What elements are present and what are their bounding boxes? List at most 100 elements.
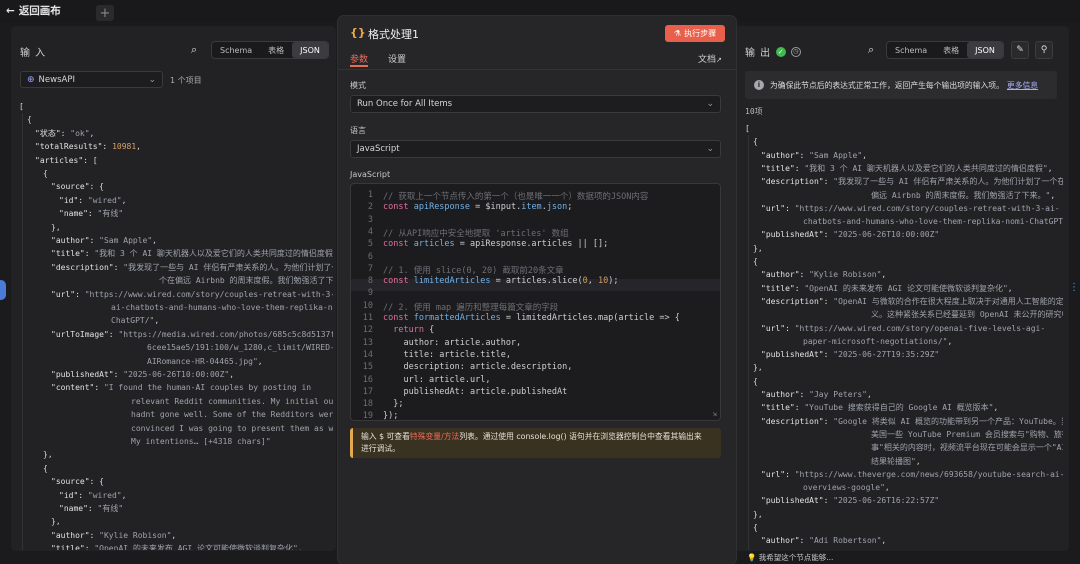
json-value: "I found the human-AI couples by posting…: [103, 383, 312, 393]
json-key: "source":: [51, 182, 100, 192]
chevron-down-icon: ⌄: [148, 75, 156, 85]
output-options-icon[interactable]: ◷: [791, 46, 802, 57]
code-line: 17 publishedAt: article.publishedAt: [351, 387, 720, 399]
line-number: 6: [367, 251, 373, 262]
json-line: },: [753, 363, 763, 373]
json-line: "url": "https://www.wired.com/story/coup…: [51, 288, 333, 301]
json-key: "id":: [59, 195, 88, 205]
json-line: [: [745, 124, 750, 133]
code-line: 4 // 从API响应中安全地提取 'articles' 数组: [351, 227, 720, 239]
json-value: {: [99, 477, 104, 487]
code-token: description: article.description,: [383, 362, 573, 373]
output-json-view: [{"author": "Sam Apple", "title": "我和 3 个…: [745, 122, 1063, 550]
line-number: 5: [367, 239, 373, 250]
tab-settings[interactable]: 设置: [388, 52, 406, 65]
input-mode-schema[interactable]: Schema: [212, 42, 260, 58]
node-title[interactable]: 格式处理1: [368, 26, 419, 42]
mode-label: 模式: [350, 81, 366, 90]
output-mode-table[interactable]: 表格: [935, 42, 967, 58]
output-mode-json[interactable]: JSON: [967, 42, 1003, 58]
json-line: "publishedAt": "2025-06-26T16:22:57Z": [761, 494, 939, 507]
json-comma: ,: [881, 270, 887, 280]
json-line: "author": "Kylie Robison",: [51, 529, 176, 542]
mode-select[interactable]: Run Once for All Items ⌄: [350, 95, 721, 113]
left-connection-handle[interactable]: [0, 280, 6, 300]
json-key: "content":: [51, 383, 104, 393]
json-key: "url":: [761, 469, 795, 479]
debug-notice: 输入 $ 可查看特殊变量/方法列表。通过使用 console.log() 语句并…: [350, 428, 721, 458]
docs-link[interactable]: 文档↗: [698, 52, 722, 65]
output-search-icon[interactable]: ⌕: [868, 43, 874, 57]
json-comma: ,: [229, 370, 235, 379]
add-node-button[interactable]: +: [96, 5, 114, 21]
input-source-value: NewsAPI: [38, 74, 75, 85]
json-comma: ,: [152, 236, 157, 245]
input-mode-table[interactable]: 表格: [260, 42, 292, 58]
code-text: // 获取上一个节点传入的第一个（也是唯一一个）数据项的JSON内容: [383, 190, 648, 202]
json-line: "id": "wired",: [59, 194, 126, 207]
more-info-link[interactable]: 更多信息: [1007, 81, 1038, 90]
json-key: "totalResults":: [35, 142, 113, 152]
input-json-view: [{"状态": "ok", "totalResults": 10981, "arti…: [19, 100, 333, 550]
tabs-divider: [338, 69, 736, 70]
code-text: url: article.url,: [383, 375, 490, 385]
json-value-continued: 偏远 Airbnb 的周末度假。我们勉强活了下来。": [871, 190, 1051, 200]
json-line: "description": "我发现了一些与 AI 伴侣有严肃关系的人。为他们…: [51, 261, 333, 274]
json-value: "2025-06-26T16:22:57Z": [833, 496, 940, 506]
json-key: "url":: [761, 203, 795, 213]
json-value: "ok": [70, 128, 90, 138]
feedback-tip[interactable]: 💡 我希望这个节点能够...: [747, 552, 833, 563]
json-line: "description": "Google 将类似 AI 概览的功能带到另一个…: [761, 415, 1063, 428]
json-comma: ,: [1050, 190, 1056, 200]
json-line: "publishedAt": "2025-06-26T10:00:00Z": [761, 228, 939, 241]
json-value: "我和 3 个 AI 聊天机器人以及爱它们的人类共同度过的情侣度假": [94, 249, 333, 259]
execute-step-button[interactable]: ⚗ 执行步骤: [665, 25, 725, 42]
json-key: "author":: [51, 530, 100, 540]
back-to-canvas-button[interactable]: ← 返回画布: [6, 3, 61, 18]
json-value-continued: ai-chatbots-and-humans-who-love-them-rep…: [111, 303, 333, 312]
json-value-continued: overviews-google": [803, 483, 885, 493]
right-connection-icon[interactable]: ⋮⋮: [1069, 282, 1080, 300]
notice-text-pre: 输入 $ 可查看: [361, 432, 410, 441]
code-text: // 从API响应中安全地提取 'articles' 数组: [383, 227, 569, 239]
input-view-mode-toggle: Schema 表格 JSON: [211, 41, 329, 59]
json-line: "author": "Sam Apple",: [761, 149, 867, 162]
json-line: "id": "wired",: [59, 489, 126, 502]
input-source-select[interactable]: ⊕ NewsAPI ⌄: [20, 71, 163, 88]
output-panel-title-row: 输 出 ✓ ◷: [745, 44, 802, 59]
info-text: 为确保此节点后的表达式正常工作，返回产生每个输出项的输入项。 更多信息: [770, 80, 1038, 91]
json-line: },: [51, 222, 61, 232]
pin-icon[interactable]: ⚲: [1035, 41, 1053, 59]
tab-parameters[interactable]: 参数: [350, 52, 368, 65]
code-token: ;: [567, 202, 573, 213]
code-token: = articles.slice(: [490, 276, 583, 287]
json-value-continued: chatbots-and-humans-who-love-them-replik…: [803, 217, 1063, 227]
json-value: "Adi Robertson": [809, 536, 882, 546]
json-key: "author":: [51, 236, 100, 245]
json-line: paper-microsoft-negotiations/",: [803, 335, 952, 348]
code-editor[interactable]: ⇲ 1// 获取上一个节点传入的第一个（也是唯一一个）数据项的JSON内容 2 co…: [350, 183, 721, 421]
output-panel-title: 输 出: [745, 48, 772, 59]
external-link-icon: ↗: [716, 56, 722, 64]
json-line: "url": "https://www.wired.com/story/coup…: [761, 202, 1060, 215]
json-line: "source": {: [51, 180, 104, 193]
json-value-continued: 结果轮播图": [871, 456, 916, 466]
input-item-count: 1 个项目: [170, 76, 202, 85]
json-comma: ,: [297, 544, 303, 550]
json-key: "author":: [761, 390, 810, 399]
json-line: {: [753, 137, 758, 147]
json-line: 美国一些 YouTube Premium 会员搜索与"购物、旅行或……要做的: [871, 428, 1063, 441]
edit-pencil-icon[interactable]: ✎: [1011, 41, 1029, 59]
special-vars-link[interactable]: 特殊变量/方法: [410, 432, 459, 441]
search-icon[interactable]: ⌕: [191, 43, 197, 57]
json-key: "description":: [761, 177, 834, 187]
json-value: "2025-06-26T10:00:00Z": [833, 230, 940, 240]
chevron-down-icon: ⌄: [706, 144, 714, 154]
json-value: "我发现了一些与 AI 伴侣有严肃关系的人。为他们计划了一个在: [833, 177, 1063, 187]
language-select[interactable]: JavaScript ⌄: [350, 140, 721, 158]
json-key: "publishedAt":: [761, 350, 834, 360]
input-mode-json[interactable]: JSON: [292, 42, 328, 58]
line-number: 18: [362, 399, 373, 410]
output-mode-schema[interactable]: Schema: [887, 42, 935, 58]
json-value-continued: 美国一些 YouTube Premium 会员搜索与"购物、旅行或……要做的: [871, 429, 1063, 439]
